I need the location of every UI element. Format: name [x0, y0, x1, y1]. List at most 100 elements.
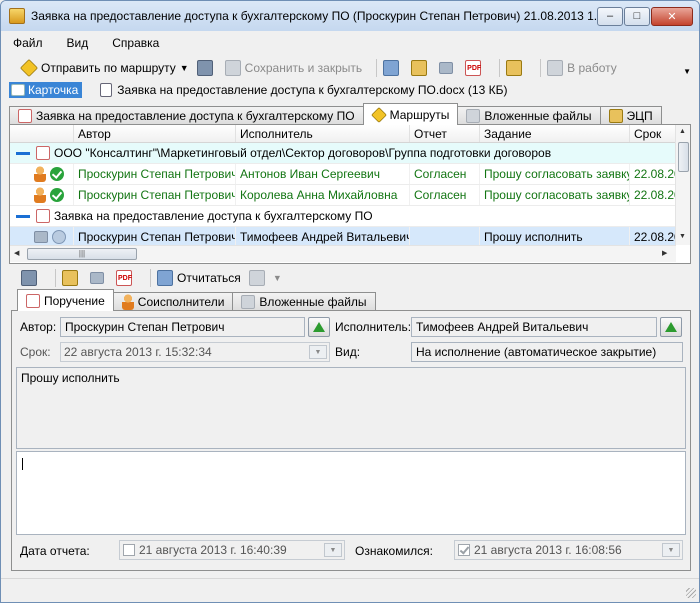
scroll-down-icon[interactable]: ▼: [679, 233, 686, 240]
column-header-author[interactable]: Автор: [74, 125, 236, 142]
deadline-label: Срок:: [20, 345, 51, 359]
send-route-button[interactable]: Отправить по маршруту ▼: [19, 58, 189, 78]
chevron-down-icon[interactable]: ▼: [273, 273, 282, 283]
tab-signature-label: ЭЦП: [626, 109, 653, 123]
menu-file[interactable]: Файл: [13, 36, 43, 50]
sign-button[interactable]: [62, 270, 82, 286]
arrow-up-icon: [313, 322, 325, 332]
column-header-executor[interactable]: Исполнитель: [236, 125, 410, 142]
pdf-button[interactable]: [116, 270, 136, 286]
acquainted-checkbox[interactable]: [458, 544, 470, 556]
report-date-checkbox[interactable]: [123, 544, 135, 556]
tab-routes[interactable]: Маршруты: [362, 103, 459, 125]
calendar-dropdown-icon[interactable]: ▼: [309, 345, 327, 359]
deadline-field[interactable]: 22 августа 2013 г. 15:32:34 ▼: [60, 342, 330, 362]
main-tabs: Заявка на предоставление доступа к бухга…: [9, 103, 662, 125]
executor-field[interactable]: Тимофеев Андрей Витальевич: [411, 317, 657, 337]
group-row-label: Заявка на предоставление доступа к бухга…: [54, 209, 373, 223]
author-label: Автор:: [20, 320, 57, 334]
report-button[interactable]: Отчитаться: [157, 270, 241, 286]
resize-grip-icon[interactable]: [686, 588, 696, 598]
delegate-button[interactable]: [506, 60, 526, 76]
type-field[interactable]: На исполнение (автоматическое закрытие): [411, 342, 683, 362]
close-button[interactable]: ✕: [651, 6, 693, 26]
tab-coexecutors[interactable]: Соисполнители: [112, 292, 234, 311]
table-row[interactable]: Проскурин Степан Петрович Королева Анна …: [10, 185, 676, 206]
sign-icon: [411, 60, 428, 76]
scroll-right-icon[interactable]: ▶: [662, 249, 667, 257]
print-button[interactable]: [90, 272, 108, 284]
report-date-label: Дата отчета:: [20, 544, 90, 558]
save-button[interactable]: [21, 270, 41, 286]
clock-icon: [52, 230, 66, 244]
cell-due: 22.08.20: [630, 185, 676, 205]
printer-icon: [439, 62, 454, 74]
assignment-tabs: Поручение Соисполнители Вложенные файлы: [17, 289, 376, 311]
routes-grid: Автор Исполнитель Отчет Задание Срок ООО…: [10, 125, 676, 245]
maximize-button[interactable]: □: [624, 6, 650, 26]
people-icon: [121, 294, 134, 310]
group-row[interactable]: Заявка на предоставление доступа к бухга…: [10, 206, 676, 227]
calendar-dropdown-icon[interactable]: ▼: [662, 543, 680, 557]
table-row[interactable]: Проскурин Степан Петрович Тимофеев Андре…: [10, 227, 676, 245]
scrollbar-thumb[interactable]: |||: [27, 248, 137, 260]
collapse-icon[interactable]: [16, 151, 30, 155]
floppy-icon: [196, 60, 213, 76]
menu-view[interactable]: Вид: [67, 36, 89, 50]
in-work-button[interactable]: В работу: [547, 60, 617, 76]
group-row[interactable]: ООО "Консалтинг"\Маркетинговый отдел\Сек…: [10, 143, 676, 164]
menu-help[interactable]: Справка: [112, 36, 159, 50]
cell-executor: Королева Анна Михайловна: [236, 185, 410, 205]
document-icon: [36, 209, 50, 223]
tab-request[interactable]: Заявка на предоставление доступа к бухга…: [9, 106, 364, 125]
acquainted-field[interactable]: 21 августа 2013 г. 16:08:56 ▼: [454, 540, 683, 560]
toolbar-overflow-icon[interactable]: ▼: [683, 67, 691, 76]
assignment-toolbar: Отчитаться ▼: [21, 267, 290, 289]
attached-file-link[interactable]: Заявка на предоставление доступа к бухга…: [100, 83, 507, 97]
report-text-area[interactable]: [16, 451, 686, 535]
tab-assignment[interactable]: Поручение: [17, 289, 114, 311]
chevron-down-icon[interactable]: ▼: [180, 63, 189, 73]
toolbar-separator: [55, 269, 56, 287]
print-button[interactable]: [439, 62, 457, 74]
refresh-button[interactable]: [383, 60, 403, 76]
status-bar: [1, 578, 699, 600]
collapse-icon[interactable]: [16, 214, 30, 218]
grid-horizontal-scrollbar[interactable]: ◀ ||| ▶: [10, 245, 676, 262]
table-row[interactable]: Проскурин Степан Петрович Антонов Иван С…: [10, 164, 676, 185]
report-date-field[interactable]: 21 августа 2013 г. 16:40:39 ▼: [119, 540, 345, 560]
save-button[interactable]: [196, 60, 217, 76]
grid-vertical-scrollbar[interactable]: ▲ ▼: [675, 125, 690, 245]
toolbar-separator: [540, 59, 542, 77]
task-text[interactable]: Прошу исполнить: [16, 367, 686, 449]
paperclip-icon: [241, 295, 256, 309]
column-header-task[interactable]: Задание: [480, 125, 630, 142]
tab-signature[interactable]: ЭЦП: [599, 106, 662, 125]
author-select-button[interactable]: [308, 317, 330, 337]
executor-select-button[interactable]: [660, 317, 682, 337]
sign-button[interactable]: [411, 60, 431, 76]
card-link[interactable]: Карточка: [9, 82, 83, 98]
tab-attached-files[interactable]: Вложенные файлы: [457, 106, 601, 125]
cell-executor: Антонов Иван Сергеевич: [236, 164, 410, 184]
minimize-button[interactable]: –: [597, 6, 623, 26]
row-icons: [10, 227, 74, 245]
scrollbar-thumb[interactable]: [678, 142, 689, 172]
cell-due: 22.08.20: [630, 227, 676, 245]
tab-assignment-files[interactable]: Вложенные файлы: [232, 292, 376, 311]
column-header-report[interactable]: Отчет: [410, 125, 480, 142]
calendar-dropdown-icon[interactable]: ▼: [324, 543, 342, 557]
person-icon: [34, 187, 46, 203]
type-label: Вид:: [335, 345, 361, 359]
scroll-left-icon[interactable]: ◀: [14, 249, 19, 257]
more-actions-button[interactable]: ▼: [248, 270, 282, 286]
scroll-up-icon[interactable]: ▲: [679, 128, 686, 135]
column-header-due[interactable]: Срок: [630, 125, 676, 142]
lock-icon: [608, 109, 623, 123]
in-work-icon: [547, 60, 564, 76]
pdf-button[interactable]: [465, 60, 485, 76]
toolbar-separator: [376, 59, 378, 77]
save-close-button[interactable]: Сохранить и закрыть: [224, 60, 362, 76]
route-icon: [19, 58, 39, 78]
author-field[interactable]: Проскурин Степан Петрович: [60, 317, 305, 337]
